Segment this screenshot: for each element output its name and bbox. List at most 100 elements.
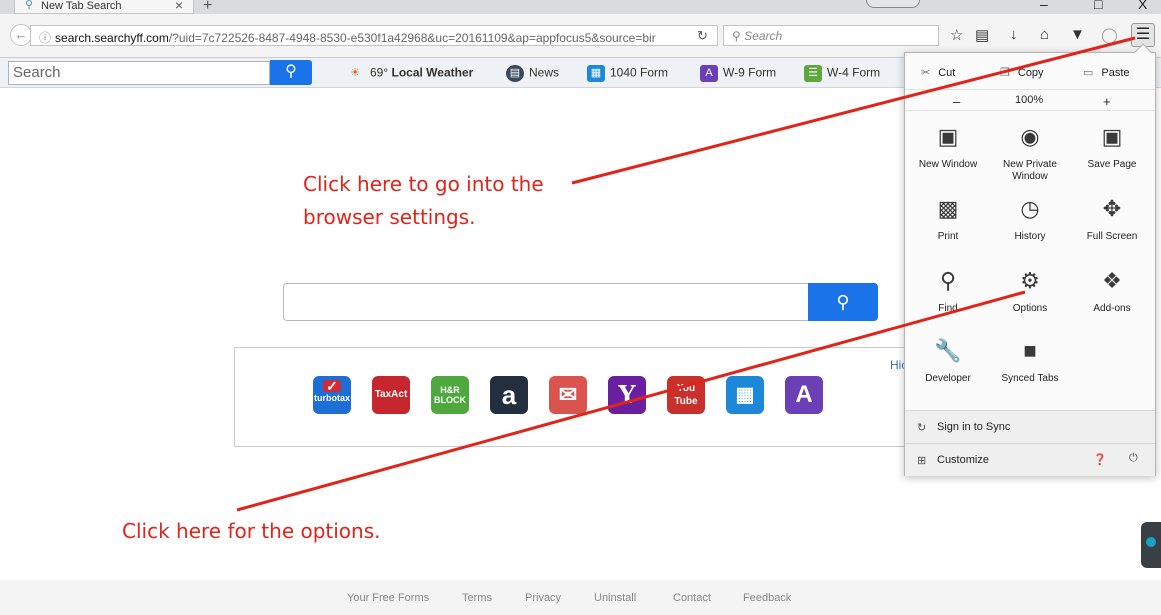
search-icon: ⚲ [285,63,297,80]
main-search-button[interactable]: ⚲ [808,283,878,321]
menu-addons[interactable]: ❖ Add-ons [1071,267,1153,315]
scissors-icon: ✂ [921,67,931,79]
footer-link-privacy[interactable]: Privacy [525,592,561,604]
toolbar-news[interactable]: ▤ News [506,65,559,82]
search-icon: ⚲ [25,0,34,11]
toolbar-w9-label: W-9 Form [723,65,777,80]
footer-link-contact[interactable]: Contact [673,592,711,604]
quicklink-hr-block[interactable]: H&R BLOCK [431,376,469,414]
zoom-reset-button[interactable]: 100% [1015,94,1043,106]
weather-icon: ☀ [350,67,360,79]
menu-developer[interactable]: 🔧 Developer [907,337,989,385]
side-widget[interactable] [1141,522,1161,568]
url-domain: search.searchyff.com [55,31,169,45]
tab-new-tab-search[interactable]: ⚲ New Tab Search × [14,0,194,14]
footer-link-feedback[interactable]: Feedback [743,592,791,604]
download-icon[interactable]: ↓ [1010,26,1018,43]
minimize-button[interactable]: – [1040,0,1048,12]
menu-synced-tabs[interactable]: ■ Synced Tabs [989,337,1071,385]
weather-label: Local Weather [391,65,474,80]
weather-temp: 69° [370,65,389,80]
menu-developer-label: Developer [925,373,971,384]
checkmark-icon: ✓ [323,379,341,393]
footer-link-terms[interactable]: Terms [462,592,492,604]
letter-a-icon: A [700,65,718,82]
search-icon: ⚲ [732,29,741,43]
quicklink-yahoo[interactable]: Y [608,376,646,414]
menu-full-screen-label: Full Screen [1086,231,1138,242]
maximize-button[interactable]: □ [1094,0,1102,12]
toolbar-search-placeholder: Search [13,64,61,81]
close-tab-icon[interactable]: × [175,0,183,13]
toolbar-1040-form[interactable]: ▦ 1040 Form [587,65,668,82]
new-tab-button[interactable]: + [203,0,212,14]
quicklink-bank[interactable]: ▦ [726,376,764,414]
quicklink-taxact[interactable]: TaxAct [372,376,410,414]
reading-list-icon[interactable]: ▤ [975,26,989,44]
menu-options[interactable]: ⚙ Options [989,267,1071,315]
cut-button[interactable]: ✂ Cut [921,66,955,79]
cut-label: Cut [938,67,956,79]
toolbar-weather[interactable]: ☀ 69° Local Weather [345,65,473,82]
account-icon[interactable]: ◯ [1101,26,1118,44]
copy-button[interactable]: ❐ Copy [1000,66,1044,79]
info-icon: ⓘ [39,31,52,45]
zoom-out-button[interactable]: – [953,94,960,109]
help-icon[interactable]: ❓ [1093,453,1107,466]
page-footer: Your Free Forms Terms Privacy Uninstall … [0,580,1161,615]
annotation-settings: Click here to go into the browser settin… [303,168,544,234]
toolbar-w9-form[interactable]: A W-9 Form [700,65,776,82]
copy-label: Copy [1017,67,1044,79]
back-button[interactable]: ← [10,24,32,46]
bank-icon: ▦ [735,384,755,406]
menu-new-window[interactable]: ▣ New Window [907,123,989,171]
annotation-settings-line2: browser settings. [303,205,476,229]
copy-icon: ❐ [1000,67,1010,79]
menu-print-label: Print [937,231,959,242]
browser-window: ⚲ New Tab Search × + – □ X ← ⓘ search.sea… [0,0,1161,615]
quicklink-youtube[interactable]: You Tube [667,376,705,414]
window-icon: ▣ [937,124,959,149]
close-window-button[interactable]: X [1138,0,1147,12]
browser-search-placeholder: Search [744,29,783,43]
mask-icon: ◉ [1020,124,1040,149]
zoom-in-button[interactable]: + [1103,94,1111,109]
gear-icon: ⚙ [1020,268,1040,293]
quicklink-letter-a[interactable]: A [785,376,823,414]
widget-dot-icon [1146,537,1156,547]
bank-icon: ▦ [587,65,605,82]
main-search-input[interactable] [283,283,809,321]
document-icon: ☰ [804,65,822,82]
quicklink-gmail[interactable]: ✉ [549,376,587,414]
quick-links-panel: ✓ turbotax TaxAct H&R BLOCK a ✉ Y You Tu… [234,347,924,447]
power-icon[interactable]: ⏻ [1129,452,1138,465]
menu-find[interactable]: ⚲ Find [907,267,989,315]
magnifier-icon: ⚲ [939,268,957,293]
menu-print[interactable]: ▩ Print [907,195,989,243]
sync-icon: ↻ [917,422,927,434]
pocket-icon[interactable]: ▼ [1070,26,1085,43]
quicklink-turbotax-label: turbotax [314,393,350,403]
customize-button[interactable]: Customize [937,454,989,466]
toolbar-search-input[interactable]: Search [8,61,270,85]
toolbar-search-button[interactable]: ⚲ [270,60,312,85]
url-bar[interactable]: ⓘ search.searchyff.com/?uid=7c722526-8487… [30,25,718,46]
zoom-row: – 100% + [905,89,1155,111]
bookmark-star-icon[interactable]: ☆ [950,26,963,44]
menu-full-screen[interactable]: ✥ Full Screen [1071,195,1153,243]
menu-history[interactable]: ◷ History [989,195,1071,243]
quicklink-turbotax[interactable]: ✓ turbotax [313,376,351,414]
sign-in-to-sync[interactable]: ↻ Sign in to Sync [905,410,1155,443]
menu-synced-tabs-label: Synced Tabs [1001,373,1059,384]
paste-label: Paste [1101,67,1130,79]
home-icon[interactable]: ⌂ [1040,26,1049,43]
reload-icon[interactable]: ↻ [697,28,708,44]
footer-link-free-forms[interactable]: Your Free Forms [347,592,429,604]
footer-link-uninstall[interactable]: Uninstall [594,592,636,604]
toolbar-w4-form[interactable]: ☰ W-4 Form [804,65,880,82]
browser-search-input[interactable]: ⚲ Search [723,25,939,46]
quicklink-amazon[interactable]: a [490,376,528,414]
menu-save-page[interactable]: ▣ Save Page [1071,123,1153,171]
menu-new-private-window[interactable]: ◉ New Private Window [989,123,1071,183]
paste-button[interactable]: ▭ Paste [1083,66,1130,79]
